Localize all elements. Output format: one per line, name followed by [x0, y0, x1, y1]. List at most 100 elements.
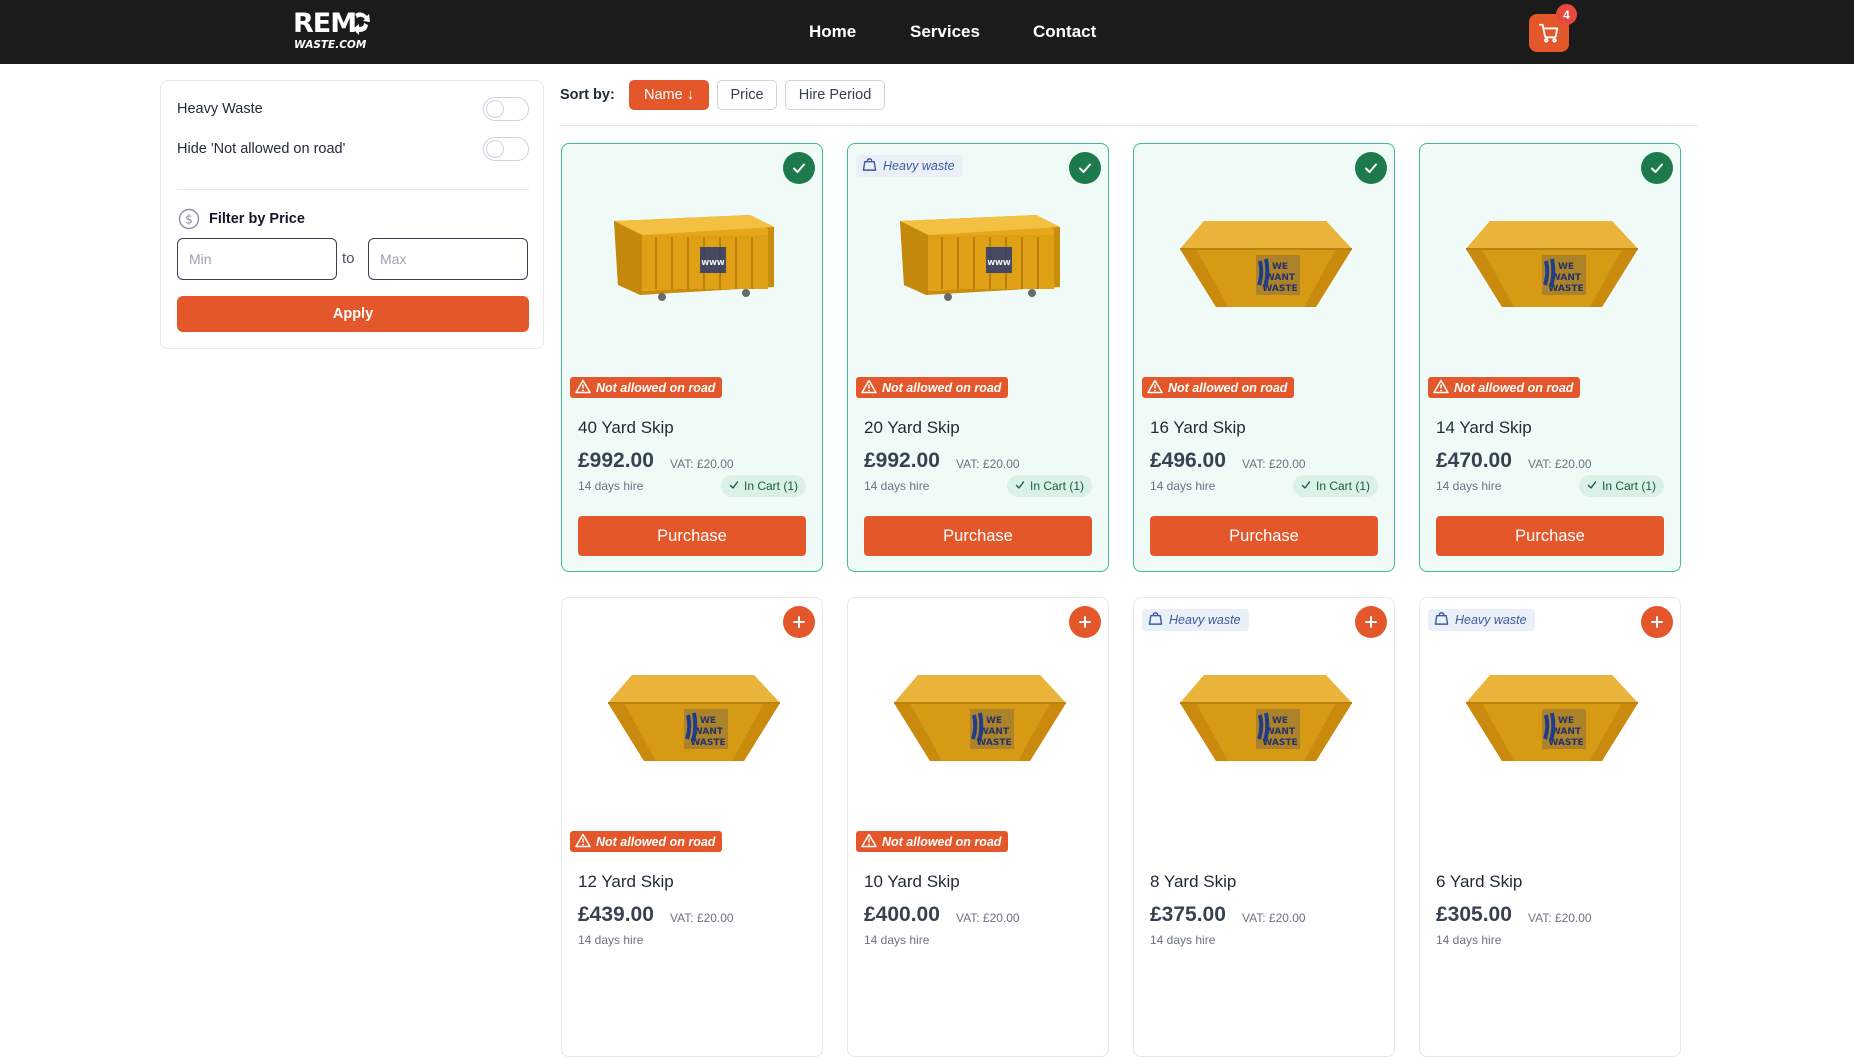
sort-name-button[interactable]: Name ↓	[629, 80, 709, 110]
top-navbar: REM WASTE.COM Home Services Contact 4	[0, 0, 1854, 64]
skip-image: WE WANT WASTE	[1454, 199, 1648, 319]
svg-text:WANT: WANT	[979, 727, 1010, 737]
skip-name: 14 Yard Skip	[1436, 418, 1532, 437]
toggle-knob	[486, 140, 504, 158]
skip-price: £992.00	[864, 449, 940, 472]
heavy-waste-label: Heavy waste	[1169, 613, 1241, 627]
selected-check-icon[interactable]	[1069, 152, 1101, 184]
skip-price: £375.00	[1150, 903, 1226, 926]
max-price-input[interactable]	[368, 238, 528, 280]
hide-road-toggle[interactable]	[483, 137, 529, 161]
add-to-cart-icon[interactable]	[1355, 606, 1387, 638]
skip-name: 12 Yard Skip	[578, 872, 674, 891]
warning-icon	[575, 379, 591, 397]
weight-icon	[1434, 611, 1449, 629]
purchase-button[interactable]: Purchase	[864, 516, 1092, 556]
hire-period: 14 days hire	[1150, 933, 1216, 947]
skip-card[interactable]: WWW Not allowed on road 40 Yard Skip £992.0…	[561, 143, 823, 572]
add-to-cart-icon[interactable]	[1069, 606, 1101, 638]
heavy-waste-label: Heavy waste	[1455, 613, 1527, 627]
warning-icon	[861, 379, 877, 397]
skip-card[interactable]: WE WANT WASTE Not allowed on road 12 Yard Sk…	[561, 597, 823, 1057]
svg-text:WE: WE	[986, 716, 1002, 726]
logo[interactable]: REM WASTE.COM	[293, 9, 371, 53]
sort-hire-period-button[interactable]: Hire Period	[785, 80, 885, 110]
logo-subtext: WASTE.COM	[294, 39, 367, 51]
svg-text:WANT: WANT	[693, 727, 724, 737]
svg-text:$: $	[185, 213, 193, 227]
skip-card[interactable]: WE WANT WASTE Not allowed on road 16 Yard Sk…	[1133, 143, 1395, 572]
price-filter-header: $ Filter by Price	[178, 208, 305, 230]
nav-home[interactable]: Home	[809, 0, 856, 64]
heavy-waste-badge: Heavy waste	[856, 155, 963, 177]
svg-text:WASTE: WASTE	[690, 738, 725, 748]
skip-price: £439.00	[578, 903, 654, 926]
vat-label: VAT: £20.00	[956, 457, 1020, 471]
svg-text:WASTE: WASTE	[976, 738, 1011, 748]
skip-card[interactable]: Heavy waste WE WANT WASTE 8 Yard Skip £375.00…	[1133, 597, 1395, 1057]
divider	[177, 189, 529, 190]
svg-text:WASTE: WASTE	[1262, 284, 1297, 294]
in-cart-badge: In Cart (1)	[1006, 475, 1092, 497]
skip-name: 6 Yard Skip	[1436, 872, 1523, 891]
skip-card[interactable]: WE WANT WASTE Not allowed on road 10 Yard Sk…	[847, 597, 1109, 1057]
selected-check-icon[interactable]	[1641, 152, 1673, 184]
vat-label: VAT: £20.00	[1242, 911, 1306, 925]
heavy-waste-toggle[interactable]	[483, 97, 529, 121]
not-allowed-on-road-label: Not allowed on road	[882, 834, 1002, 849]
purchase-button[interactable]: Purchase	[578, 516, 806, 556]
skip-name: 16 Yard Skip	[1150, 418, 1246, 437]
hire-period: 14 days hire	[864, 933, 930, 947]
purchase-button[interactable]: Purchase	[1436, 516, 1664, 556]
check-icon	[1587, 479, 1597, 493]
svg-text:WANT: WANT	[1551, 727, 1582, 737]
not-allowed-on-road-label: Not allowed on road	[1168, 380, 1288, 395]
warning-icon	[861, 833, 877, 851]
nav-contact[interactable]: Contact	[1033, 0, 1096, 64]
svg-text:WANT: WANT	[1551, 273, 1582, 283]
logo-text: REM	[293, 8, 357, 39]
not-allowed-on-road-badge: Not allowed on road	[856, 831, 1009, 852]
not-allowed-on-road-badge: Not allowed on road	[570, 831, 723, 852]
sort-bar: Sort by: Name ↓ Price Hire Period	[560, 80, 1698, 126]
apply-button[interactable]: Apply	[177, 296, 529, 332]
skip-image: WE WANT WASTE	[882, 653, 1076, 773]
weight-icon	[1148, 611, 1163, 629]
svg-text:WANT: WANT	[1265, 727, 1296, 737]
add-to-cart-icon[interactable]	[783, 606, 815, 638]
heavy-waste-badge: Heavy waste	[1142, 609, 1249, 631]
purchase-button[interactable]: Purchase	[1150, 516, 1378, 556]
sort-price-button[interactable]: Price	[717, 80, 777, 110]
skip-price: £496.00	[1150, 449, 1226, 472]
selected-check-icon[interactable]	[1355, 152, 1387, 184]
check-icon	[729, 479, 739, 493]
svg-text:WE: WE	[1558, 262, 1574, 272]
in-cart-badge: In Cart (1)	[1578, 475, 1664, 497]
hide-road-filter: Hide 'Not allowed on road'	[177, 137, 529, 161]
dollar-icon: $	[178, 208, 200, 230]
skip-image: WE WANT WASTE	[1168, 199, 1362, 319]
not-allowed-on-road-badge: Not allowed on road	[1428, 377, 1581, 398]
skip-image: WE WANT WASTE	[596, 653, 790, 773]
min-price-input[interactable]	[177, 238, 337, 280]
svg-text:WE: WE	[700, 716, 716, 726]
add-to-cart-icon[interactable]	[1641, 606, 1673, 638]
skip-card[interactable]: Heavy waste WE WANT WASTE 6 Yard Skip £305.00…	[1419, 597, 1681, 1057]
nav-services[interactable]: Services	[910, 0, 980, 64]
hire-period: 14 days hire	[1436, 933, 1502, 947]
price-filter-title: Filter by Price	[209, 211, 305, 227]
not-allowed-on-road-label: Not allowed on road	[596, 380, 716, 395]
svg-text:WASTE: WASTE	[1548, 738, 1583, 748]
svg-text:WANT: WANT	[1265, 273, 1296, 283]
vat-label: VAT: £20.00	[956, 911, 1020, 925]
selected-check-icon[interactable]	[783, 152, 815, 184]
skip-image: WWW	[596, 199, 790, 319]
skip-price: £400.00	[864, 903, 940, 926]
recycle-icon	[353, 12, 370, 35]
skip-card[interactable]: WE WANT WASTE Not allowed on road 14 Yard Sk…	[1419, 143, 1681, 572]
skip-price: £305.00	[1436, 903, 1512, 926]
skip-card[interactable]: Heavy waste WWW Not allowed on road 20 Yard…	[847, 143, 1109, 572]
toggle-knob	[486, 100, 504, 118]
skip-name: 40 Yard Skip	[578, 418, 674, 437]
svg-text:WWW: WWW	[701, 259, 724, 267]
